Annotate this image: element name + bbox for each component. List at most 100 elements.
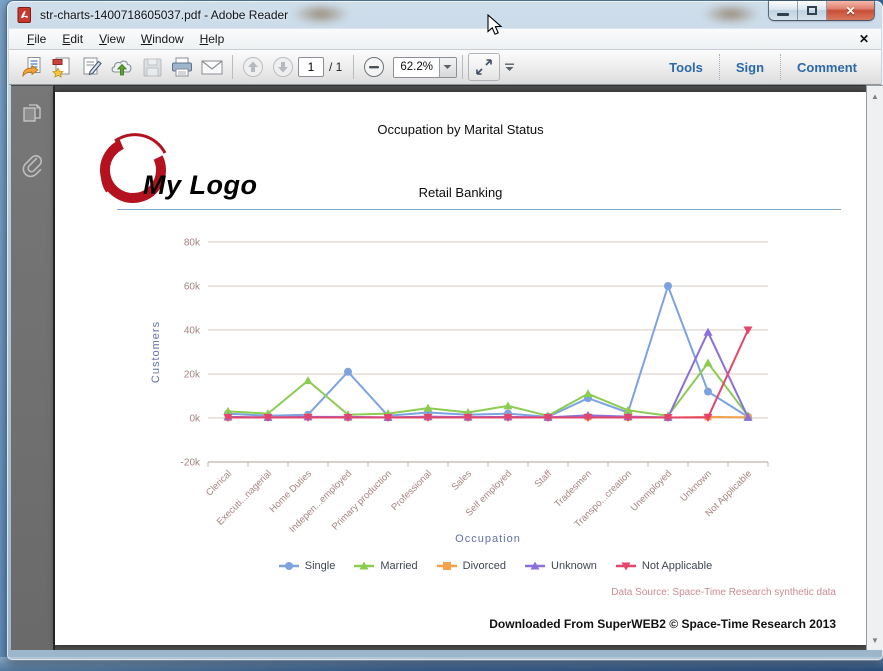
document-viewport: Occupation by Marital Status My Logo Ret… — [55, 85, 866, 650]
x-category-label: Clerical — [204, 468, 234, 498]
legend-label: Not Applicable — [641, 560, 713, 572]
toolbar-separator — [232, 55, 233, 79]
previous-page-button[interactable] — [238, 53, 268, 81]
zoom-dropdown-button[interactable] — [438, 57, 456, 77]
restore-icon — [807, 6, 817, 15]
legend-label: Single — [304, 560, 336, 572]
print-icon — [172, 57, 192, 77]
series-line-married — [227, 362, 749, 417]
aero-glass-reflection — [292, 3, 350, 25]
legend-label: Married — [380, 560, 418, 572]
legend-marker-icon — [615, 562, 636, 571]
legend-item-married: Married — [353, 560, 418, 572]
y-axis-title: Customers — [150, 321, 162, 383]
chart-legend: Single Married Divorced Unknown Not Applicab… — [145, 560, 845, 572]
legend-label: Divorced — [462, 560, 507, 572]
navigation-rail — [11, 85, 55, 650]
comment-button[interactable]: Comment — [781, 60, 873, 75]
page-thumbnails-icon — [23, 104, 41, 122]
y-tick-label: -20k — [181, 458, 201, 469]
y-tick-label: 60k — [184, 282, 201, 293]
mouse-cursor — [487, 14, 503, 35]
aero-glass-reflection — [702, 3, 760, 25]
save-icon — [143, 58, 162, 77]
pdf-page: Occupation by Marital Status My Logo Ret… — [55, 92, 866, 645]
menu-view[interactable]: View — [91, 29, 133, 49]
print-button[interactable] — [167, 53, 197, 81]
fit-width-icon — [476, 59, 492, 75]
x-category-label: Staff — [533, 468, 555, 490]
x-category-label: Tradesmen — [553, 468, 595, 510]
previous-page-icon — [243, 57, 263, 77]
restore-button[interactable] — [798, 1, 827, 20]
zoom-level-value[interactable]: 62.2% — [394, 57, 439, 77]
menubar: File Edit View Window Help ✕ — [9, 28, 881, 50]
x-category-label: Sales — [450, 468, 475, 493]
toolbar-separator — [353, 55, 355, 79]
legend-label: Unknown — [551, 560, 597, 572]
window-title: str-charts-1400718605037.pdf - Adobe Rea… — [40, 7, 289, 22]
close-button[interactable]: ✕ — [827, 1, 874, 20]
y-tick-label: 0k — [189, 414, 201, 425]
data-point-marker — [704, 387, 712, 396]
report-subtitle: Retail Banking — [418, 185, 503, 200]
menu-edit[interactable]: Edit — [54, 29, 91, 49]
toolbar-overflow-button[interactable] — [500, 53, 520, 81]
page-number-input[interactable] — [298, 57, 324, 77]
y-tick-label: 40k — [184, 326, 201, 337]
x-axis-title: Occupation — [455, 533, 521, 545]
toolbar: / 1 62.2% — [9, 50, 881, 85]
chevron-down-icon — [443, 65, 452, 69]
fill-sign-button[interactable] — [77, 53, 107, 81]
header-divider — [117, 209, 841, 210]
close-icon: ✕ — [845, 3, 856, 18]
legend-marker-icon — [354, 561, 375, 570]
vertical-scrollbar[interactable]: ▲ ▼ — [866, 85, 883, 650]
minimize-icon — [777, 13, 789, 16]
next-page-icon — [273, 57, 293, 77]
titlebar[interactable]: str-charts-1400718605037.pdf - Adobe Rea… — [7, 1, 883, 28]
legend-marker-icon — [436, 562, 457, 570]
data-point-marker — [703, 358, 713, 367]
x-category-label: Unemployed — [629, 468, 674, 513]
send-cloud-button[interactable] — [107, 53, 137, 81]
page-count-label: / 1 — [329, 60, 343, 74]
series-line-single — [227, 285, 749, 418]
legend-item-not-applicable: Not Applicable — [615, 560, 712, 572]
scroll-up-icon[interactable]: ▲ — [867, 88, 883, 104]
fill-sign-icon — [83, 57, 102, 76]
legend-item-divorced: Divorced — [436, 560, 506, 572]
menu-file[interactable]: File — [19, 29, 54, 49]
menu-help[interactable]: Help — [192, 29, 233, 49]
attachments-button[interactable] — [19, 152, 45, 178]
sign-button[interactable]: Sign — [720, 60, 780, 75]
scroll-down-icon[interactable]: ▼ — [867, 632, 883, 648]
y-tick-label: 20k — [184, 370, 201, 381]
app-body: Occupation by Marital Status My Logo Ret… — [7, 85, 883, 660]
open-icon — [22, 57, 41, 78]
series-line-unknown — [227, 331, 749, 419]
fit-width-button[interactable] — [467, 53, 500, 81]
data-point-marker — [503, 401, 513, 410]
email-button[interactable] — [197, 53, 227, 81]
data-point-marker — [703, 327, 713, 336]
zoom-out-button[interactable] — [359, 53, 389, 81]
tools-button[interactable]: Tools — [653, 60, 719, 75]
data-point-marker — [664, 282, 672, 290]
menubar-close-icon[interactable]: ✕ — [859, 32, 869, 46]
data-source-note: Data Source: Space-Time Research synthet… — [611, 587, 836, 598]
minimize-button[interactable] — [769, 1, 798, 20]
next-page-button[interactable] — [268, 53, 298, 81]
chart: 80k 60k 40k 20k 0k -20k Clerical Executi...nage… — [145, 230, 845, 556]
create-pdf-button[interactable] — [47, 53, 77, 81]
save-button[interactable] — [137, 53, 167, 81]
zoom-out-icon — [364, 57, 385, 77]
page-thumbnails-button[interactable] — [19, 100, 45, 126]
legend-marker-icon — [525, 561, 546, 570]
data-point-marker — [344, 367, 352, 376]
menu-window[interactable]: Window — [133, 29, 192, 49]
paperclip-icon — [22, 154, 43, 178]
adobe-reader-window: str-charts-1400718605037.pdf - Adobe Rea… — [7, 1, 883, 660]
open-button[interactable] — [17, 53, 47, 81]
window-controls: ✕ — [769, 1, 874, 20]
